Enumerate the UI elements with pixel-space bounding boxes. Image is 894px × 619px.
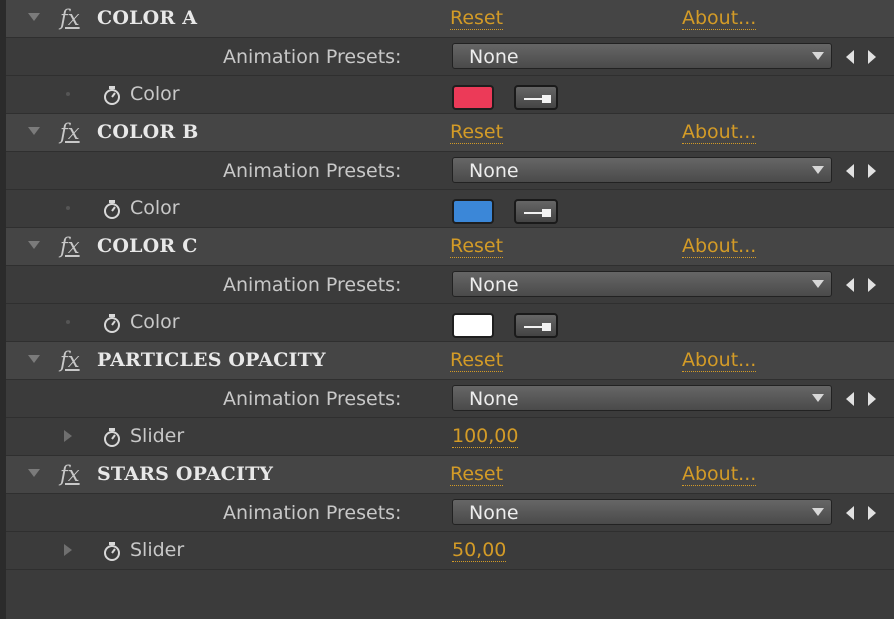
- reset-link[interactable]: Reset: [450, 7, 504, 30]
- effect-header-color-c[interactable]: fx COLOR C Reset About...: [6, 228, 894, 266]
- property-row-slider: Slider 50,00: [6, 532, 894, 570]
- chevron-down-icon: [812, 280, 824, 288]
- stopwatch-icon[interactable]: [101, 311, 123, 335]
- animation-presets-dropdown[interactable]: None: [452, 385, 832, 411]
- reset-link[interactable]: Reset: [450, 235, 504, 258]
- chevron-down-icon: [812, 508, 824, 516]
- animation-presets-row: Animation Presets: None: [6, 266, 894, 304]
- effect-header-particles-opacity[interactable]: fx PARTICLES OPACITY Reset About...: [6, 342, 894, 380]
- animation-presets-label: Animation Presets:: [223, 274, 402, 296]
- animation-presets-label: Animation Presets:: [223, 46, 402, 68]
- property-label: Color: [130, 311, 180, 333]
- eyedropper-icon[interactable]: [514, 85, 558, 110]
- left-arrow-icon[interactable]: [846, 50, 854, 64]
- right-arrow-icon[interactable]: [868, 50, 876, 64]
- stopwatch-icon[interactable]: [101, 539, 123, 563]
- property-label: Color: [130, 83, 180, 105]
- color-swatch[interactable]: [452, 313, 494, 338]
- property-bullet: [66, 206, 70, 210]
- right-arrow-icon[interactable]: [868, 278, 876, 292]
- right-arrow-icon[interactable]: [868, 164, 876, 178]
- effect-header-stars-opacity[interactable]: fx STARS OPACITY Reset About...: [6, 456, 894, 494]
- right-arrow-icon[interactable]: [868, 506, 876, 520]
- animation-presets-dropdown[interactable]: None: [452, 271, 832, 297]
- triangle-down-icon[interactable]: [28, 469, 40, 477]
- eyedropper-icon[interactable]: [514, 313, 558, 338]
- triangle-down-icon[interactable]: [28, 241, 40, 249]
- property-row-color: Color: [6, 304, 894, 342]
- color-swatch[interactable]: [452, 199, 494, 224]
- triangle-down-icon[interactable]: [28, 127, 40, 135]
- eyedropper-icon[interactable]: [514, 199, 558, 224]
- about-link[interactable]: About...: [682, 349, 757, 372]
- effect-name: PARTICLES OPACITY: [97, 349, 326, 371]
- property-row-color: Color: [6, 76, 894, 114]
- animation-presets-label: Animation Presets:: [223, 160, 402, 182]
- property-label: Slider: [130, 425, 185, 447]
- fx-icon[interactable]: fx: [60, 462, 80, 486]
- animation-presets-row: Animation Presets: None: [6, 380, 894, 418]
- stopwatch-icon[interactable]: [101, 197, 123, 221]
- about-link[interactable]: About...: [682, 121, 757, 144]
- reset-link[interactable]: Reset: [450, 121, 504, 144]
- effect-name: COLOR B: [97, 121, 199, 143]
- property-row-color: Color: [6, 190, 894, 228]
- fx-icon[interactable]: fx: [60, 120, 80, 144]
- left-arrow-icon[interactable]: [846, 278, 854, 292]
- effect-header-color-b[interactable]: fx COLOR B Reset About...: [6, 114, 894, 152]
- reset-link[interactable]: Reset: [450, 349, 504, 372]
- fx-icon[interactable]: fx: [60, 348, 80, 372]
- about-link[interactable]: About...: [682, 235, 757, 258]
- color-swatch[interactable]: [452, 85, 494, 110]
- fx-icon[interactable]: fx: [60, 6, 80, 30]
- effect-controls-panel: fx COLOR A Reset About... Animation Pres…: [0, 0, 894, 619]
- effect-name: STARS OPACITY: [97, 463, 274, 485]
- left-arrow-icon[interactable]: [846, 164, 854, 178]
- triangle-right-icon[interactable]: [64, 544, 72, 556]
- triangle-down-icon[interactable]: [28, 13, 40, 21]
- animation-presets-label: Animation Presets:: [223, 388, 402, 410]
- animation-presets-dropdown[interactable]: None: [452, 43, 832, 69]
- animation-presets-row: Animation Presets: None: [6, 38, 894, 76]
- animation-presets-dropdown[interactable]: None: [452, 499, 832, 525]
- effect-header-color-a[interactable]: fx COLOR A Reset About...: [6, 0, 894, 38]
- right-arrow-icon[interactable]: [868, 392, 876, 406]
- preset-value: None: [469, 160, 519, 182]
- property-row-slider: Slider 100,00: [6, 418, 894, 456]
- property-bullet: [66, 320, 70, 324]
- chevron-down-icon: [812, 52, 824, 60]
- preset-value: None: [469, 274, 519, 296]
- left-arrow-icon[interactable]: [846, 392, 854, 406]
- about-link[interactable]: About...: [682, 7, 757, 30]
- animation-presets-row: Animation Presets: None: [6, 494, 894, 532]
- preset-value: None: [469, 502, 519, 524]
- triangle-down-icon[interactable]: [28, 355, 40, 363]
- stopwatch-icon[interactable]: [101, 83, 123, 107]
- property-label: Slider: [130, 539, 185, 561]
- triangle-right-icon[interactable]: [64, 430, 72, 442]
- chevron-down-icon: [812, 394, 824, 402]
- property-bullet: [66, 92, 70, 96]
- property-label: Color: [130, 197, 180, 219]
- about-link[interactable]: About...: [682, 463, 757, 486]
- preset-value: None: [469, 388, 519, 410]
- animation-presets-row: Animation Presets: None: [6, 152, 894, 190]
- animation-presets-dropdown[interactable]: None: [452, 157, 832, 183]
- stopwatch-icon[interactable]: [101, 425, 123, 449]
- slider-value[interactable]: 100,00: [452, 425, 519, 448]
- slider-value[interactable]: 50,00: [452, 539, 507, 562]
- preset-value: None: [469, 46, 519, 68]
- effect-name: COLOR A: [97, 7, 198, 29]
- effect-name: COLOR C: [97, 235, 198, 257]
- fx-icon[interactable]: fx: [60, 234, 80, 258]
- reset-link[interactable]: Reset: [450, 463, 504, 486]
- animation-presets-label: Animation Presets:: [223, 502, 402, 524]
- chevron-down-icon: [812, 166, 824, 174]
- left-arrow-icon[interactable]: [846, 506, 854, 520]
